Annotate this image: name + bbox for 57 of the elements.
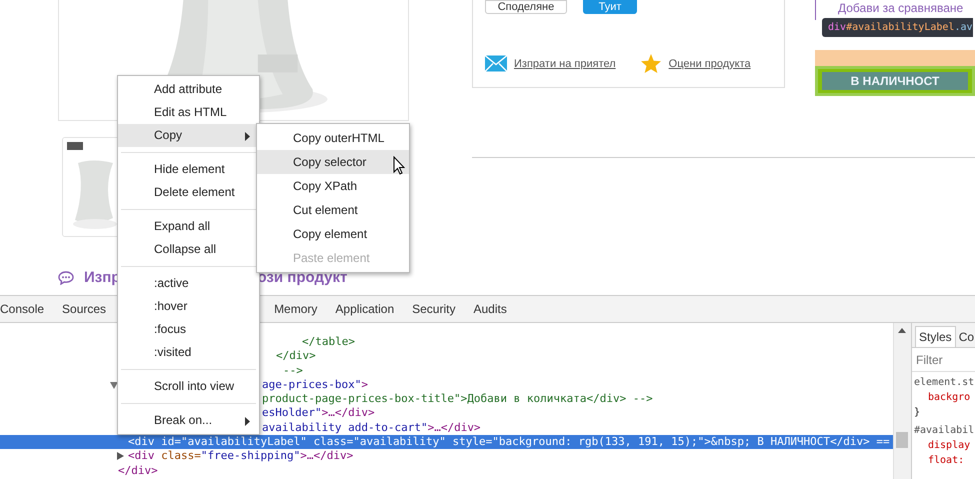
chat-icon <box>58 270 74 284</box>
style-rule-text: display <box>928 440 970 451</box>
code-text: </table> <box>302 335 355 348</box>
style-rule-text: #availabil <box>914 425 974 436</box>
code-text: <div class="free-shipping">…</div> <box>128 449 354 462</box>
devtools-tab[interactable]: Console <box>0 302 54 316</box>
code-text: availability add-to-cart">…</div> <box>262 420 481 434</box>
availability-badge: В НАЛИЧНОСТ <box>815 66 975 96</box>
menu-item[interactable]: Add attribute <box>118 78 259 101</box>
devtools-tab[interactable]: Memory <box>265 302 326 316</box>
menu-item[interactable]: :hover <box>118 295 259 318</box>
devtools-tab[interactable]: Application <box>326 302 404 316</box>
styles-tab[interactable]: Co <box>956 327 975 347</box>
page-link[interactable]: Оцени продукта <box>668 58 751 70</box>
style-rule-text: element.st <box>914 377 974 388</box>
menu-item[interactable]: :active <box>118 272 259 295</box>
menu-item[interactable]: Hide element <box>118 158 259 181</box>
share-button[interactable]: Споделяне <box>485 0 567 14</box>
star-icon <box>640 54 662 73</box>
style-rule-text: float: <box>928 455 964 466</box>
style-rule-text: } <box>914 407 920 418</box>
right-triangle-icon[interactable] <box>117 452 124 460</box>
menu-item[interactable]: Scroll into view <box>118 375 259 398</box>
menu-item[interactable]: Copy element <box>257 222 409 246</box>
menu-item[interactable]: Copy XPath <box>257 174 409 198</box>
styles-tab[interactable]: Styles <box>915 326 956 347</box>
submenu-arrow-icon <box>245 132 250 141</box>
cursor-icon <box>393 156 405 175</box>
code-text: --> <box>283 364 303 377</box>
devtools-tab[interactable]: Sources <box>53 302 116 316</box>
code-text: <div id="availabilityLabel" class="availability" style="background: rgb(133, 191, 15);">&nbsp; В НАЛИЧНОСТ</div> == <box>128 435 890 448</box>
code-text: </div> <box>118 464 158 477</box>
submenu-arrow-icon <box>245 417 250 426</box>
menu-item[interactable]: :visited <box>118 341 259 364</box>
scroll-up-icon[interactable] <box>898 328 906 333</box>
compare-link[interactable]: Добави за сравняване <box>816 1 975 15</box>
devtools-tab[interactable]: Audits <box>464 302 516 316</box>
code-text: age-prices-box"> <box>262 378 368 391</box>
menu-item[interactable]: Copy selector <box>257 150 409 174</box>
menu-item[interactable]: Break on... <box>118 409 259 432</box>
menu-item[interactable]: Delete element <box>118 181 259 204</box>
menu-item[interactable]: Copy <box>118 124 259 147</box>
style-rule-text: backgro <box>928 392 970 403</box>
devtools-tab[interactable]: Security <box>403 302 464 316</box>
menu-item[interactable]: Expand all <box>118 215 259 238</box>
menu-item[interactable]: Cut element <box>257 198 409 222</box>
element-tooltip: div#availabilityLabel.av <box>822 18 972 37</box>
menu-item[interactable]: Copy outerHTML <box>257 126 409 150</box>
code-text: </div> <box>276 349 316 362</box>
scrollbar-thumb[interactable] <box>896 432 908 448</box>
menu-item[interactable]: Collapse all <box>118 238 259 261</box>
code-text: esHolder">…</div> <box>262 406 375 420</box>
page-link[interactable]: Изпрати на приятел <box>514 58 616 70</box>
envelope-icon <box>485 54 507 73</box>
menu-item[interactable]: Edit as HTML <box>118 101 259 124</box>
code-text: product-page-prices-box-title">Добави в количката</div> --> <box>262 392 653 406</box>
menu-item[interactable]: :focus <box>118 318 259 341</box>
